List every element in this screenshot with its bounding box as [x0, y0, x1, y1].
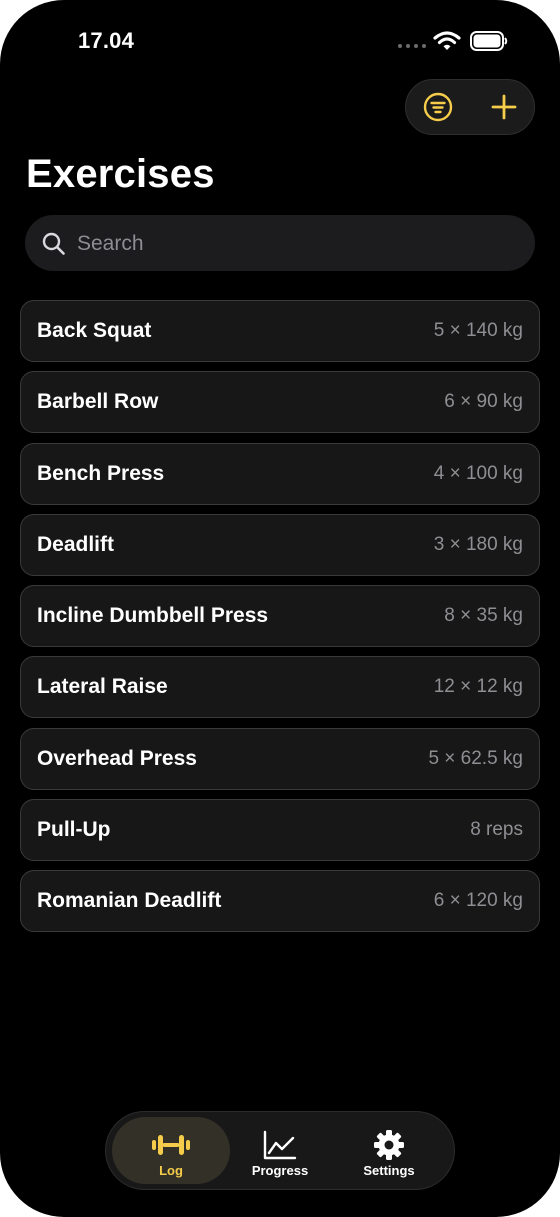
toolbar-actions: [405, 79, 535, 135]
exercise-name: Romanian Deadlift: [37, 889, 222, 913]
exercise-name: Bench Press: [37, 461, 165, 485]
exercise-detail: 6 × 90 kg: [444, 391, 523, 413]
tab-progress-label: Progress: [251, 1163, 309, 1178]
gear-icon: [374, 1130, 404, 1160]
exercise-name: Deadlift: [37, 532, 115, 556]
exercise-row-bench-press[interactable]: Bench Press 4 × 100 kg: [20, 442, 540, 505]
exercise-name: Overhead Press: [37, 746, 197, 770]
add-exercise-button[interactable]: [474, 80, 534, 134]
exercise-name: Back Squat: [37, 319, 152, 342]
search-input[interactable]: [75, 215, 519, 273]
tab-progress[interactable]: Progress: [221, 1117, 339, 1184]
tab-log-label: Log: [159, 1163, 183, 1178]
exercise-name: Lateral Raise: [37, 675, 168, 699]
exercise-detail: 5 × 140 kg: [433, 320, 523, 341]
exercise-detail: 12 × 12 kg: [433, 676, 523, 698]
status-time: 17.04: [78, 28, 135, 53]
tab-settings[interactable]: Settings: [330, 1117, 448, 1184]
exercise-detail: 8 reps: [470, 819, 523, 841]
exercise-row-overhead-press[interactable]: Overhead Press 5 × 62.5 kg: [20, 727, 540, 790]
exercise-row-deadlift[interactable]: Deadlift 3 × 180 kg: [20, 513, 540, 576]
battery-icon: [470, 31, 508, 51]
filter-circle-icon: [423, 92, 453, 122]
chart-line-icon: [263, 1130, 297, 1160]
exercise-detail: 6 × 120 kg: [433, 890, 523, 912]
exercise-name: Pull-Up: [37, 818, 111, 842]
exercise-row-lateral-raise[interactable]: Lateral Raise 12 × 12 kg: [20, 656, 540, 719]
cellular-signal-icon: [398, 44, 426, 48]
exercise-row-pull-up[interactable]: Pull-Up 8 reps: [20, 799, 540, 862]
exercise-detail: 4 × 100 kg: [433, 462, 523, 484]
exercise-row-back-squat[interactable]: Back Squat 5 × 140 kg: [20, 300, 540, 362]
filter-button[interactable]: [408, 80, 468, 134]
dumbbell-icon: [152, 1135, 190, 1155]
exercise-detail: 3 × 180 kg: [433, 533, 523, 555]
tab-log[interactable]: Log: [112, 1117, 230, 1184]
exercise-row-romanian-deadlift[interactable]: Romanian Deadlift 6 × 120 kg: [20, 870, 540, 933]
page-title: Exercises: [26, 152, 215, 196]
exercise-row-barbell-row[interactable]: Barbell Row 6 × 90 kg: [20, 371, 540, 434]
exercise-list: Back Squat 5 × 140 kg Barbell Row 6 × 90…: [20, 300, 540, 942]
tab-settings-label: Settings: [363, 1163, 415, 1178]
status-bar: 17.04: [0, 26, 560, 58]
wifi-icon: [433, 31, 461, 50]
tab-bar: Log Progress Settings: [105, 1111, 455, 1190]
exercise-detail: 5 × 62.5 kg: [428, 747, 523, 769]
plus-icon: [491, 94, 517, 120]
exercise-name: Incline Dumbbell Press: [37, 604, 269, 628]
exercise-detail: 8 × 35 kg: [444, 605, 523, 627]
search-icon: [42, 232, 65, 255]
exercise-row-incline-dumbbell-press[interactable]: Incline Dumbbell Press 8 × 35 kg: [20, 585, 540, 648]
phone-screen: 17.04 Exercises Search Back Squat 5 × 14…: [0, 0, 560, 1217]
search-bar[interactable]: [25, 215, 535, 273]
exercise-name: Barbell Row: [37, 390, 159, 414]
